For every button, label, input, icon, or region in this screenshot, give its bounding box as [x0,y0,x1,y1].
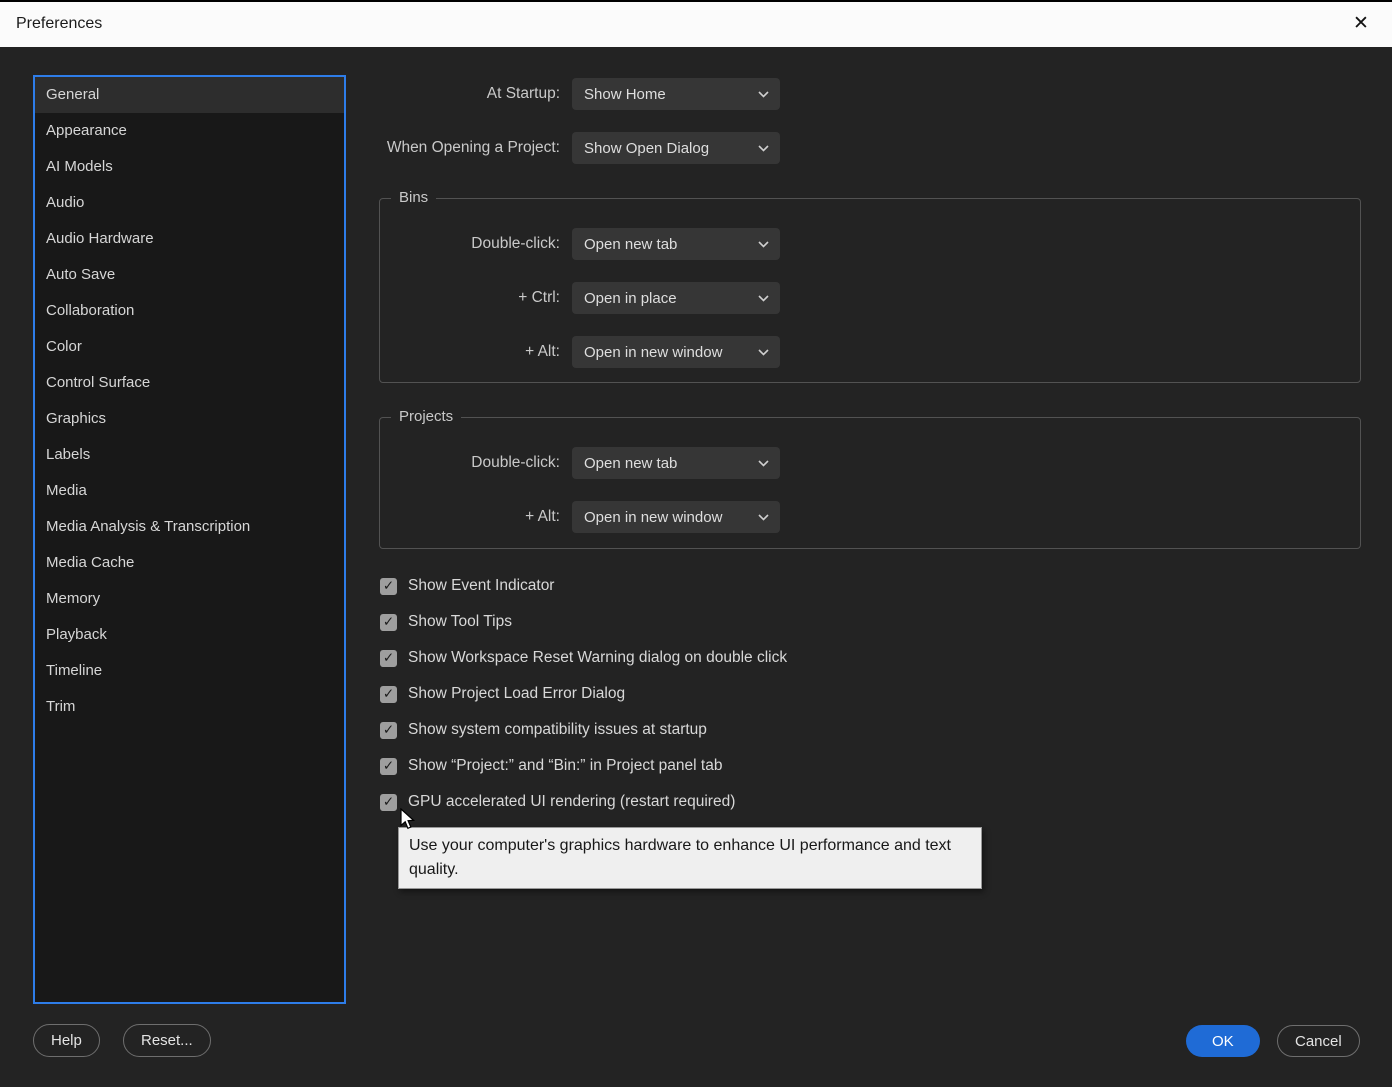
bins-double-click-label: Double-click: [471,235,560,252]
sidebar-item-graphics[interactable]: Graphics [35,401,344,437]
checkbox-checked-icon[interactable]: ✓ [380,613,397,631]
dropdown-value: Open new tab [584,235,678,253]
screen-edge [0,0,1392,2]
mouse-cursor-icon [399,807,418,831]
dropdown-value: Show Open Dialog [584,139,710,157]
checkbox-project-load-error[interactable]: ✓ Show Project Load Error Dialog [380,684,625,704]
checkbox-label: Show “Project:” and “Bin:” in Project pa… [408,757,723,774]
when-opening-project-label: When Opening a Project: [386,139,560,156]
bins-alt-label: + Alt: [525,343,560,360]
ok-button[interactable]: OK [1186,1025,1260,1057]
at-startup-label: At Startup: [486,85,560,102]
checkbox-show-event-indicator[interactable]: ✓ Show Event Indicator [380,576,554,596]
help-button[interactable]: Help [33,1024,100,1057]
checkbox-gpu-accelerated-ui[interactable]: ✓ GPU accelerated UI rendering (restart … [380,792,735,812]
checkbox-show-tool-tips[interactable]: ✓ Show Tool Tips [380,612,512,632]
projects-double-click-select[interactable]: Open new tab [572,447,780,479]
sidebar-item-control-surface[interactable]: Control Surface [35,365,344,401]
checkbox-label: Show system compatibility issues at star… [408,721,707,738]
checkbox-checked-icon[interactable]: ✓ [380,649,397,667]
checkbox-label: Show Project Load Error Dialog [408,685,626,702]
checkbox-label: GPU accelerated UI rendering (restart re… [408,793,736,810]
checkbox-checked-icon[interactable]: ✓ [380,577,397,595]
sidebar-item-playback[interactable]: Playback [35,617,344,653]
checkbox-checked-icon[interactable]: ✓ [380,757,397,775]
category-list: General Appearance AI Models Audio Audio… [33,75,346,1004]
dropdown-value: Open new tab [584,454,678,472]
chevron-down-icon [758,91,769,98]
checkbox-label: Show Workspace Reset Warning dialog on d… [408,649,788,666]
at-startup-select[interactable]: Show Home [572,78,780,110]
checkbox-label: Show Tool Tips [408,613,512,630]
dropdown-value: Open in new window [584,343,723,361]
projects-group-title: Projects [391,408,462,426]
projects-alt-select[interactable]: Open in new window [572,501,780,533]
sidebar-item-audio[interactable]: Audio [35,185,344,221]
chevron-down-icon [758,295,769,302]
window-title: Preferences [16,15,103,32]
chevron-down-icon [758,514,769,521]
checkbox-checked-icon[interactable]: ✓ [380,685,397,703]
checkbox-label: Show Event Indicator [408,577,555,594]
sidebar-item-memory[interactable]: Memory [35,581,344,617]
bins-ctrl-label: + Ctrl: [518,289,560,306]
checkbox-workspace-reset-warning[interactable]: ✓ Show Workspace Reset Warning dialog on… [380,648,787,668]
checkbox-checked-icon[interactable]: ✓ [380,721,397,739]
bins-alt-select[interactable]: Open in new window [572,336,780,368]
gpu-tooltip: Use your computer's graphics hardware to… [398,827,982,889]
bins-group-title: Bins [391,189,437,207]
bins-double-click-select[interactable]: Open new tab [572,228,780,260]
sidebar-item-trim[interactable]: Trim [35,689,344,725]
cancel-button[interactable]: Cancel [1277,1025,1360,1057]
dropdown-value: Show Home [584,85,666,103]
chevron-down-icon [758,349,769,356]
dropdown-value: Open in new window [584,508,723,526]
chevron-down-icon [758,460,769,467]
when-opening-project-select[interactable]: Show Open Dialog [572,132,780,164]
chevron-down-icon [758,145,769,152]
reset-button[interactable]: Reset... [123,1024,211,1057]
projects-double-click-label: Double-click: [471,454,560,471]
title-bar: Preferences ✕ [0,0,1392,47]
projects-alt-label: + Alt: [525,508,560,525]
sidebar-item-media-cache[interactable]: Media Cache [35,545,344,581]
dropdown-value: Open in place [584,289,677,307]
chevron-down-icon [758,241,769,248]
checkbox-project-bin-tab[interactable]: ✓ Show “Project:” and “Bin:” in Project … [380,756,722,776]
checkbox-system-compatibility[interactable]: ✓ Show system compatibility issues at st… [380,720,707,740]
checkbox-checked-icon[interactable]: ✓ [380,793,397,811]
bins-ctrl-select[interactable]: Open in place [572,282,780,314]
sidebar-item-timeline[interactable]: Timeline [35,653,344,689]
close-icon[interactable]: ✕ [1338,0,1384,47]
preferences-dialog: Preferences ✕ General Appearance AI Mode… [0,0,1392,1087]
